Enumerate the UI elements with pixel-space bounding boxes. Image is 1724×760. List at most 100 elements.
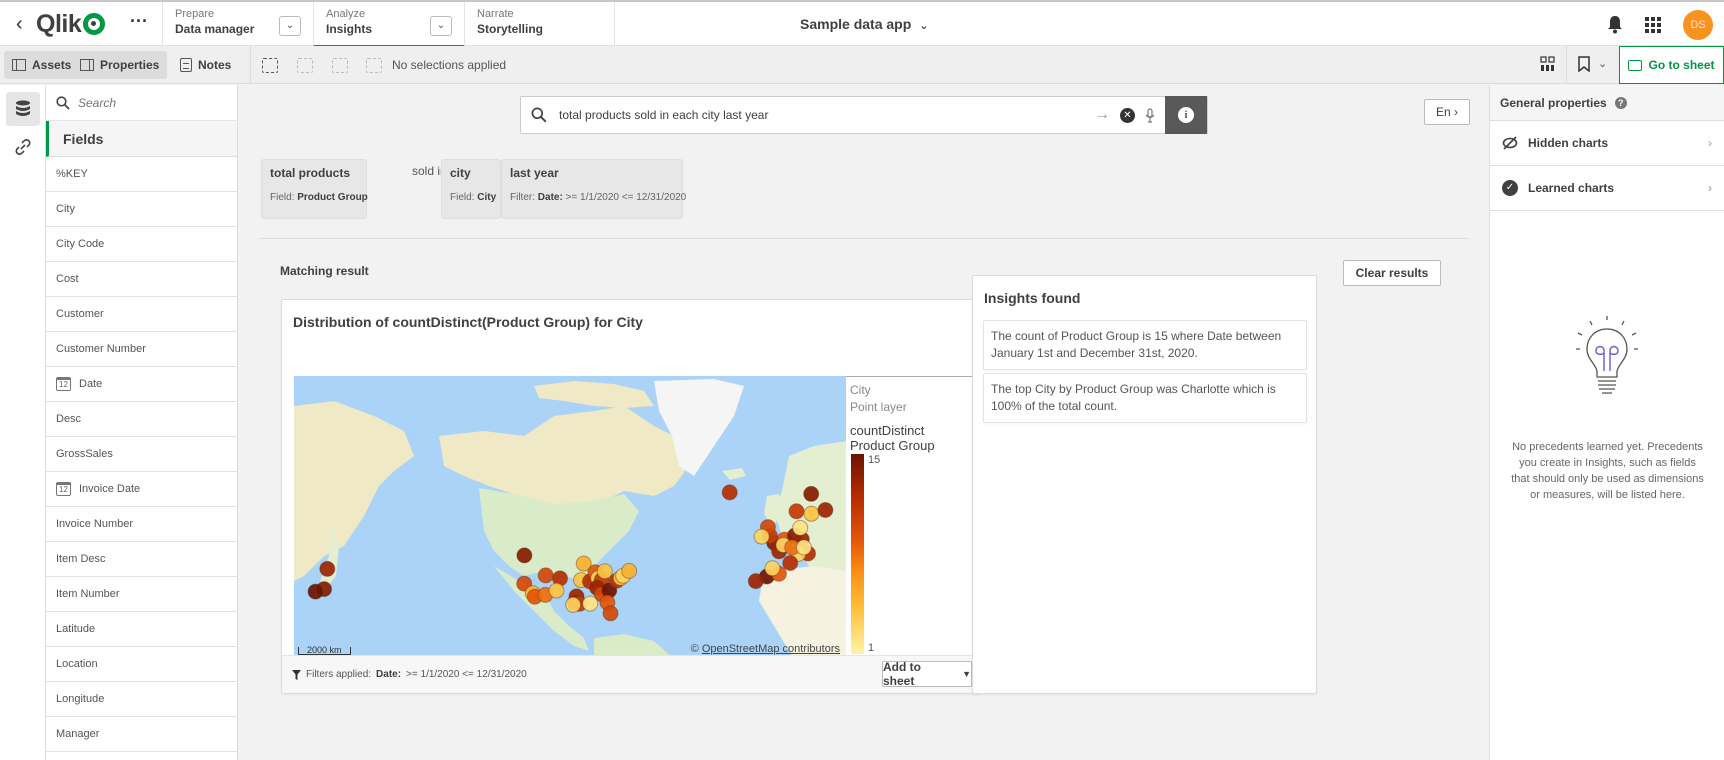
map-point[interactable] [747, 573, 764, 590]
field-item[interactable]: Cost [46, 262, 237, 297]
token-term: city [450, 166, 471, 180]
go-to-sheet-button[interactable]: Go to sheet [1619, 46, 1724, 84]
field-item[interactable]: Location [46, 647, 237, 682]
qlik-logo[interactable]: Qlik [36, 10, 106, 39]
app-title-dropdown[interactable]: Sample data app ⌄ [800, 16, 928, 32]
chevron-down-icon[interactable]: ⌄ [279, 16, 301, 36]
field-item-label: Longitude [56, 693, 105, 705]
map-point[interactable] [319, 560, 336, 577]
map-point[interactable] [516, 547, 533, 564]
apps-grid-icon[interactable] [1645, 17, 1661, 33]
link-tab[interactable] [6, 130, 40, 164]
map-point[interactable] [596, 563, 613, 580]
map-point[interactable] [537, 567, 554, 584]
field-item-label: City [56, 203, 75, 215]
map-point[interactable] [548, 582, 565, 599]
map-point[interactable] [803, 485, 820, 502]
user-avatar[interactable]: DS [1683, 10, 1713, 40]
nav-section-value: Storytelling [477, 22, 544, 36]
map-canvas[interactable] [294, 376, 846, 659]
step-forward-icon[interactable] [332, 58, 348, 73]
field-item[interactable]: Invoice Number [46, 507, 237, 542]
learned-charts-row[interactable]: ✓ Learned charts › [1490, 166, 1724, 211]
notifications-bell-icon[interactable] [1606, 14, 1624, 34]
language-selector[interactable]: En › [1424, 99, 1470, 125]
map-point[interactable] [565, 596, 582, 613]
map-point[interactable] [721, 484, 738, 501]
field-item[interactable]: %KEY [46, 157, 237, 192]
more-menu-button[interactable]: ··· [130, 11, 148, 32]
filters-label: Filters applied: [306, 669, 372, 680]
clear-query-icon[interactable]: ✕ [1120, 107, 1135, 123]
field-item[interactable]: Item Desc [46, 542, 237, 577]
map-point[interactable] [817, 502, 834, 518]
chevron-down-icon[interactable]: ⌄ [1598, 57, 1607, 70]
field-item[interactable]: Customer [46, 297, 237, 332]
nav-section-prepare[interactable]: Prepare Data manager ⌄ [162, 2, 313, 47]
properties-button[interactable]: Properties [72, 51, 168, 79]
chevron-right-icon: › [1708, 136, 1712, 150]
filters-value: >= 1/1/2020 <= 12/31/2020 [406, 669, 527, 680]
field-item-label: Location [56, 658, 98, 670]
map-point[interactable] [307, 583, 324, 600]
filters-applied: Filters applied: Date: >= 1/1/2020 <= 12… [292, 669, 527, 680]
query-token-total-products[interactable]: total products Field: Product Group [261, 159, 368, 219]
assets-button[interactable]: Assets [4, 51, 80, 79]
field-item[interactable]: City Code [46, 227, 237, 262]
query-token-last-year[interactable]: last year Filter: Date: >= 1/1/2020 <= 1… [501, 159, 686, 219]
nav-section-analyze[interactable]: Analyze Insights ⌄ [313, 2, 464, 47]
query-token-city[interactable]: city Field: City [441, 159, 501, 219]
map-point[interactable] [792, 519, 809, 536]
calendar-icon: 12 [56, 482, 71, 496]
map-point[interactable] [782, 555, 799, 571]
add-to-sheet-button[interactable]: Add to sheet ▼ [882, 660, 972, 688]
chevron-down-icon: ⌄ [919, 20, 929, 32]
map-point[interactable] [795, 539, 812, 556]
clear-selections-icon[interactable] [366, 58, 382, 73]
clear-results-button[interactable]: Clear results [1343, 260, 1441, 286]
hidden-charts-label: Hidden charts [1528, 136, 1609, 150]
sheet-layout-icon[interactable] [1540, 56, 1556, 72]
map-point[interactable] [582, 595, 599, 612]
notes-button[interactable]: Notes [172, 51, 239, 79]
field-item[interactable]: Manager [46, 717, 237, 752]
field-item[interactable]: Customer Number [46, 332, 237, 367]
check-circle-icon: ✓ [1502, 180, 1518, 196]
map-point[interactable] [788, 503, 805, 520]
smart-search-icon[interactable] [262, 58, 278, 73]
nav-section-narrate[interactable]: Narrate Storytelling [464, 2, 615, 47]
fields-search-input[interactable] [78, 95, 218, 110]
field-item[interactable]: Desc [46, 402, 237, 437]
query-input[interactable] [559, 108, 1094, 122]
microphone-icon[interactable] [1145, 107, 1155, 123]
map-point[interactable] [764, 560, 781, 577]
map-point[interactable] [753, 528, 770, 545]
field-item[interactable]: 12 Date [46, 367, 237, 402]
field-item[interactable]: City [46, 192, 237, 227]
field-item[interactable]: Item Number [46, 577, 237, 612]
submit-arrow-icon[interactable]: → [1094, 106, 1110, 124]
step-back-icon[interactable] [297, 58, 313, 73]
info-button[interactable]: i [1165, 96, 1207, 134]
general-properties-title: General properties [1500, 95, 1607, 110]
field-list: %KEY City City Code Cost Customer Customer Nu… [46, 157, 237, 752]
land-iceland [722, 468, 746, 480]
chevron-down-icon[interactable]: ⌄ [430, 16, 452, 36]
map-point[interactable] [803, 505, 820, 522]
map-point[interactable] [621, 562, 638, 579]
map-legend: City Point layer countDistinct Product Gr… [846, 376, 974, 659]
field-item[interactable]: Longitude [46, 682, 237, 717]
bookmark-icon[interactable] [1578, 56, 1590, 72]
empty-precedents-message: No precedents learned yet. Precedents yo… [1511, 441, 1704, 501]
osm-link[interactable]: OpenStreetMap contributors [702, 643, 840, 655]
map-point[interactable] [602, 605, 619, 622]
hidden-charts-row[interactable]: Hidden charts › [1490, 121, 1724, 166]
data-fields-tab[interactable] [6, 92, 40, 126]
field-item[interactable]: 12 Invoice Date [46, 472, 237, 507]
field-item-label: City Code [56, 238, 105, 250]
field-item[interactable]: Latitude [46, 612, 237, 647]
help-icon[interactable]: ? [1614, 96, 1627, 109]
back-button[interactable]: ‹ [16, 13, 23, 36]
map-chart[interactable]: 2000 km © OpenStreetMap contributors [294, 376, 846, 659]
field-item[interactable]: GrossSales [46, 437, 237, 472]
